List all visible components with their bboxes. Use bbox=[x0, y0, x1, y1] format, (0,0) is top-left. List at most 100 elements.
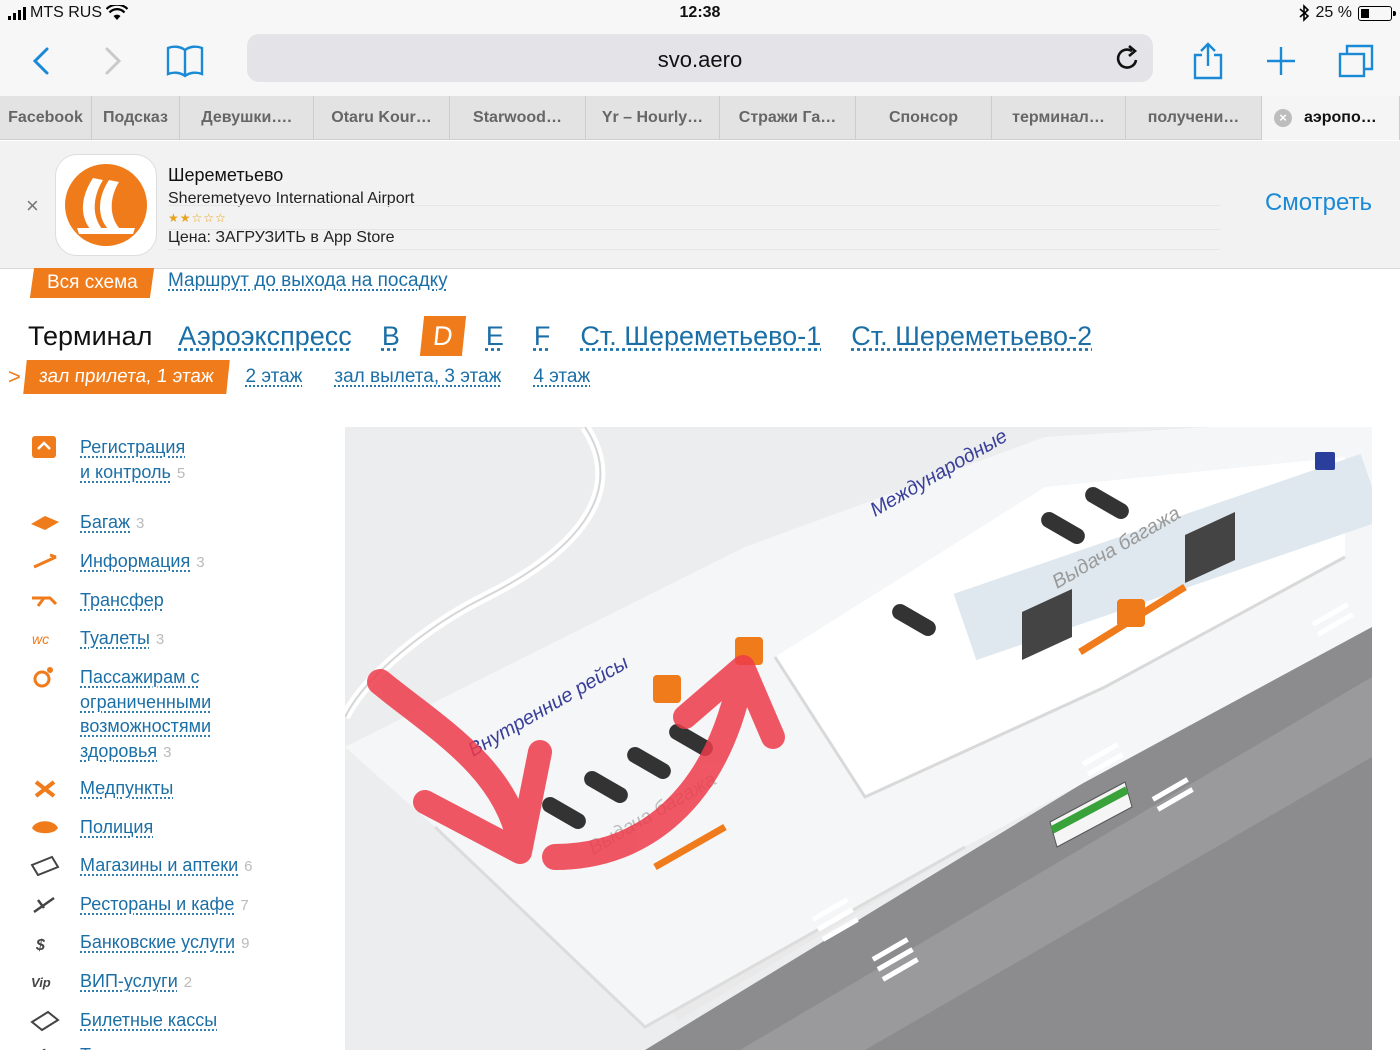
legend-item[interactable]: Медпункты bbox=[28, 774, 173, 802]
reload-icon[interactable] bbox=[1115, 44, 1141, 72]
view-app-button[interactable]: Смотреть bbox=[1265, 189, 1372, 217]
route-to-gate-link[interactable]: Маршрут до выхода на посадку bbox=[168, 270, 448, 292]
new-tab-button[interactable] bbox=[1258, 38, 1304, 84]
tab-label: Yr – Hourly… bbox=[601, 109, 704, 126]
map-canvas: Внутренние рейсы Международные Выдача ба… bbox=[345, 427, 1372, 1050]
terminal-map[interactable]: Внутренние рейсы Международные Выдача ба… bbox=[345, 427, 1372, 1050]
browser-tab[interactable]: получени… bbox=[1126, 96, 1262, 140]
bluetooth-icon bbox=[1299, 4, 1309, 22]
restaurants-icon bbox=[28, 890, 62, 918]
page-content: Вся схема Маршрут до выхода на посадку Т… bbox=[0, 268, 1400, 1050]
terminal-tab[interactable]: F bbox=[534, 321, 551, 352]
legend-item[interactable]: Полиция bbox=[28, 813, 153, 841]
bookmarks-button[interactable] bbox=[162, 38, 208, 84]
terminal-tab[interactable]: B bbox=[382, 321, 400, 352]
browser-tab[interactable]: Девушки…. bbox=[180, 96, 314, 140]
legend-label[interactable]: Информация bbox=[80, 551, 190, 571]
legend-label[interactable]: Туалеты bbox=[80, 628, 150, 648]
battery-icon bbox=[1358, 5, 1396, 21]
share-button[interactable] bbox=[1185, 38, 1231, 84]
app-icon[interactable] bbox=[55, 154, 157, 256]
tabs-overview-button[interactable] bbox=[1333, 38, 1379, 84]
browser-tab[interactable]: Спонсор bbox=[856, 96, 992, 140]
legend-item[interactable]: Регистрация и контроль 5 bbox=[28, 433, 185, 482]
terminal-tab[interactable]: Ст. Шереметьево-2 bbox=[851, 321, 1092, 352]
police-icon bbox=[28, 813, 62, 841]
legend-item[interactable]: Информация 3 bbox=[28, 547, 205, 575]
legend-label[interactable]: Банковские услуги bbox=[80, 932, 235, 952]
floor-tab[interactable]: зал вылета, 3 этаж bbox=[334, 366, 501, 388]
tab-label: Подсказ bbox=[103, 109, 168, 126]
terminal-tab[interactable]: E bbox=[486, 321, 504, 352]
terminal-tab[interactable]: Аэроэкспресс bbox=[178, 321, 351, 352]
legend-label[interactable]: Пассажирам с ограниченными возможностями… bbox=[80, 667, 211, 761]
floor-selector: > зал прилета, 1 этаж 2 этаж зал вылета, … bbox=[8, 360, 622, 394]
legend-item[interactable]: Рестораны и кафе 7 bbox=[28, 890, 249, 918]
terminal-tab[interactable]: Ст. Шереметьево-1 bbox=[580, 321, 821, 352]
chevron-left-icon bbox=[32, 47, 49, 75]
legend-label[interactable]: ВИП-услуги bbox=[80, 971, 178, 991]
app-rating: ★★☆☆☆ bbox=[168, 211, 227, 225]
browser-tab[interactable]: Подсказ bbox=[92, 96, 180, 140]
book-icon bbox=[166, 45, 204, 78]
tabs-icon bbox=[1338, 44, 1374, 78]
legend-item[interactable]: $ Банковские услуги 9 bbox=[28, 928, 249, 956]
legend-label[interactable]: Туристические bbox=[80, 1045, 202, 1050]
browser-tab[interactable]: Стражи Га… bbox=[720, 96, 856, 140]
tab-label: Facebook bbox=[8, 109, 83, 126]
legend-item[interactable]: Билетные кассы bbox=[28, 1006, 217, 1034]
legend-label[interactable]: Регистрация и контроль bbox=[80, 437, 185, 482]
banner-divider bbox=[168, 249, 1220, 250]
browser-tab[interactable]: Facebook bbox=[0, 96, 92, 140]
floor-tab-active[interactable]: зал прилета, 1 этаж bbox=[23, 360, 230, 394]
tab-bar: Facebook Подсказ Девушки…. Otaru Kour… Starw… bbox=[0, 96, 1400, 140]
app-price: Цена: ЗАГРУЗИТЬ в App Store bbox=[168, 229, 395, 246]
banner-close-button[interactable]: × bbox=[26, 193, 39, 219]
legend-label[interactable]: Трансфер bbox=[80, 590, 164, 610]
legend-item[interactable]: Багаж 3 bbox=[28, 508, 144, 536]
full-scheme-button[interactable]: Вся схема bbox=[29, 268, 155, 298]
browser-tab[interactable]: Otaru Kour… bbox=[314, 96, 450, 140]
legend-label[interactable]: Полиция bbox=[80, 817, 153, 837]
close-tab-icon[interactable]: × bbox=[1274, 109, 1292, 127]
legend-item[interactable]: Пассажирам с ограниченными возможностями… bbox=[28, 663, 211, 761]
floor-tab[interactable]: 2 этаж bbox=[246, 366, 303, 388]
vip-icon: Vip bbox=[28, 967, 62, 995]
legend-count: 7 bbox=[240, 897, 249, 914]
legend-item[interactable]: Vip ВИП-услуги 2 bbox=[28, 967, 192, 995]
legend-item[interactable]: Трансфер bbox=[28, 586, 164, 614]
forward-button[interactable] bbox=[90, 38, 136, 84]
url-text: svo.aero bbox=[657, 47, 743, 72]
browser-tab[interactable]: терминал… bbox=[992, 96, 1126, 140]
legend-item[interactable]: Туристические bbox=[28, 1041, 202, 1050]
legend-count: 2 bbox=[183, 974, 193, 991]
legend-count: 3 bbox=[163, 743, 172, 761]
legend-item[interactable]: Магазины и аптеки 6 bbox=[28, 851, 253, 879]
legend-item[interactable]: wc Туалеты 3 bbox=[28, 624, 164, 652]
legend-label[interactable]: Магазины и аптеки bbox=[80, 855, 238, 875]
legend-count: 9 bbox=[241, 935, 250, 952]
legend-label[interactable]: Багаж bbox=[80, 512, 130, 532]
legend-label[interactable]: Медпункты bbox=[80, 778, 173, 798]
tab-label: Стражи Га… bbox=[738, 109, 837, 126]
accessibility-icon bbox=[28, 663, 62, 691]
floor-tab[interactable]: 4 этаж bbox=[533, 366, 590, 388]
legend-label[interactable]: Билетные кассы bbox=[80, 1010, 217, 1030]
tourist-icon bbox=[28, 1041, 62, 1050]
legend-label[interactable]: Рестораны и кафе bbox=[80, 894, 234, 914]
address-bar[interactable]: svo.aero bbox=[247, 34, 1153, 82]
aeroflot-logo-icon bbox=[65, 164, 147, 246]
banner-divider bbox=[168, 229, 1220, 230]
registration-marker-icon bbox=[1117, 599, 1145, 627]
clock: 12:38 bbox=[679, 4, 721, 21]
browser-tab[interactable]: × аэропо… bbox=[1262, 96, 1400, 140]
full-scheme-label: Вся схема bbox=[46, 272, 138, 293]
banner-divider bbox=[168, 205, 1220, 206]
back-button[interactable] bbox=[18, 38, 64, 84]
browser-tab[interactable]: Yr – Hourly… bbox=[586, 96, 720, 140]
legend-count: 3 bbox=[136, 515, 145, 532]
browser-tab[interactable]: Starwood… bbox=[450, 96, 586, 140]
tab-label: Starwood… bbox=[473, 109, 562, 126]
toilets-icon: wc bbox=[28, 624, 62, 652]
terminal-tab[interactable]: D bbox=[419, 316, 466, 356]
